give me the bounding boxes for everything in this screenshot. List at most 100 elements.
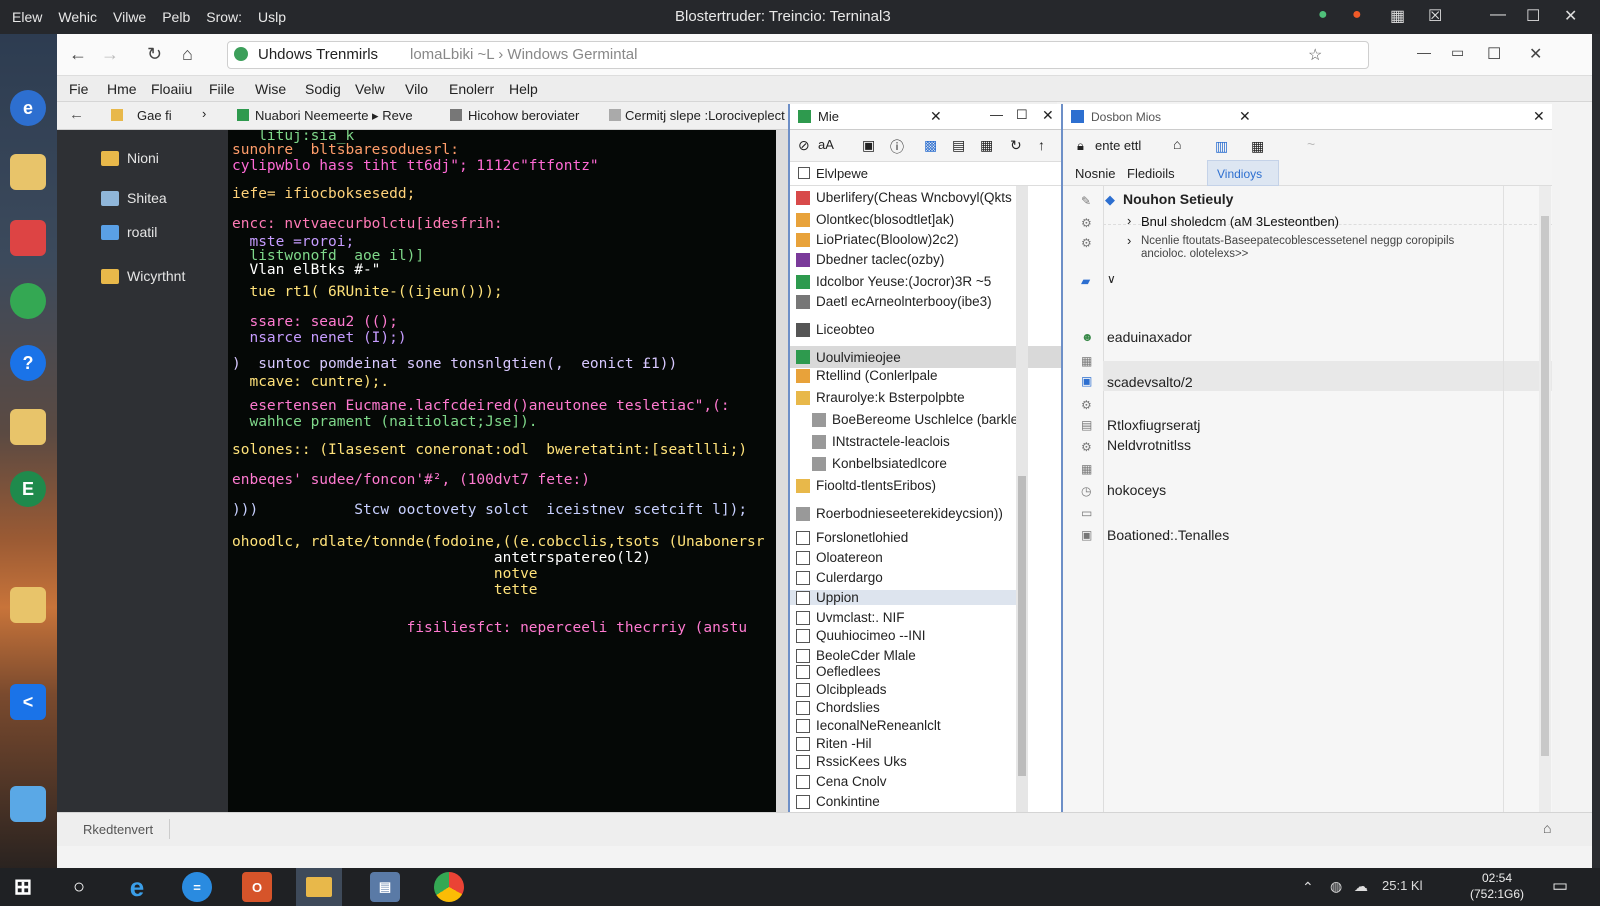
edge-icon[interactable]: e: [122, 872, 152, 902]
sidebar-item-wicyrthnt[interactable]: Wicyrthnt: [101, 268, 185, 284]
title-menu-item[interactable]: Srow:: [206, 9, 242, 25]
document-icon[interactable]: [10, 409, 46, 445]
reload-icon[interactable]: ↻: [147, 44, 162, 65]
menu-item[interactable]: Velw: [355, 81, 385, 97]
tree-header[interactable]: Nouhon Setieuly: [1123, 191, 1233, 207]
tab-label[interactable]: Cermitj slepe :Lorociveplect: [625, 108, 785, 123]
checkbox-icon[interactable]: [798, 167, 810, 179]
title-menu-item[interactable]: Wehic: [58, 9, 97, 25]
list-item[interactable]: Idcolbor Yeuse:(Jocror)3R ~5: [796, 274, 1018, 289]
list-item[interactable]: Oefledlees: [796, 664, 1018, 679]
tree-child[interactable]: Bnul sholedcm (aM 3Lesteontben): [1141, 214, 1339, 229]
chevron-down-icon[interactable]: ∨: [1107, 272, 1116, 286]
tab-label[interactable]: Gae fi: [137, 108, 172, 123]
minimize-icon[interactable]: —: [1490, 6, 1506, 24]
office-icon[interactable]: O: [242, 872, 272, 902]
info-icon[interactable]: ⓘ: [890, 137, 904, 157]
title-menu-item[interactable]: Vilwe: [113, 9, 146, 25]
excel-icon[interactable]: E: [10, 471, 46, 507]
address-bar[interactable]: Uhdows Trenmirls lomaLbiki ~L › Windows …: [227, 41, 1369, 69]
list-item[interactable]: Uppion: [790, 590, 1016, 605]
back-icon[interactable]: ←: [69, 44, 87, 65]
table-icon[interactable]: ▦: [980, 137, 993, 154]
notification-icon[interactable]: ▭: [1552, 876, 1568, 896]
list-item[interactable]: Olontkec(blosodtlet]ak): [796, 212, 1018, 227]
chat-icon[interactable]: =: [182, 872, 212, 902]
sidebar-item-shitea[interactable]: Shitea: [101, 190, 167, 206]
home-icon[interactable]: ⌂: [1543, 820, 1551, 836]
chevron-right-icon[interactable]: ›: [1127, 233, 1131, 248]
tab-vindioys[interactable]: Vindioys: [1207, 160, 1279, 186]
building-icon[interactable]: ▥: [1215, 138, 1228, 155]
detail-item[interactable]: Boationed:.Tenalles: [1107, 527, 1229, 543]
globe-icon[interactable]: e: [10, 90, 46, 126]
chevron-right-icon[interactable]: ›: [1127, 213, 1131, 228]
clock-date[interactable]: (752:1G6): [1470, 887, 1524, 901]
list-item[interactable]: Dbedner taclec(ozby): [796, 252, 1018, 267]
chevron-up-icon[interactable]: ⌃: [1302, 879, 1314, 896]
list-item[interactable]: RssicKees Uks: [796, 754, 1018, 769]
detail-item[interactable]: scadevsalto/2: [1107, 374, 1193, 390]
title-menu-item[interactable]: Uslp: [258, 9, 286, 25]
app-icon[interactable]: [10, 220, 46, 256]
maximize-icon[interactable]: ☐: [1016, 107, 1028, 123]
title-menu-item[interactable]: Pelb: [162, 9, 190, 25]
list-item[interactable]: Cena Cnolv: [796, 774, 1018, 789]
detail-item[interactable]: eaduinaxador: [1107, 329, 1192, 345]
detail-item[interactable]: Neldvrotnitlss: [1107, 437, 1191, 453]
maximize-icon[interactable]: ☐: [1487, 44, 1501, 64]
close-icon[interactable]: ✕: [1239, 108, 1251, 125]
list-item[interactable]: Conkintine: [796, 794, 1018, 809]
calendar-icon[interactable]: ▦: [1251, 138, 1264, 155]
list-item[interactable]: Daetl ecArneolnterbooy(ibe3): [796, 294, 1018, 309]
vscode-icon[interactable]: <: [10, 684, 46, 720]
menu-item[interactable]: Hme: [107, 81, 137, 97]
menu-item[interactable]: Fie: [69, 81, 88, 97]
close-icon[interactable]: ✕: [1042, 107, 1054, 124]
list-item[interactable]: BoeBereome Uschlelce (barkle): [796, 412, 1018, 427]
menu-item[interactable]: Floaiiu: [151, 81, 192, 97]
scrollbar[interactable]: [1539, 186, 1551, 846]
chrome-icon[interactable]: [434, 872, 464, 902]
menu-item[interactable]: Vilo: [405, 81, 428, 97]
cloud-icon[interactable]: ☁: [1354, 878, 1368, 895]
forward-icon[interactable]: →: [101, 44, 119, 65]
home-icon[interactable]: ⌂: [1173, 136, 1181, 152]
box-icon[interactable]: ☒: [1428, 6, 1442, 26]
close-icon[interactable]: ✕: [1533, 108, 1545, 125]
tab-nosnie[interactable]: Nosnie: [1075, 166, 1115, 181]
windows-start-icon[interactable]: ⊞: [8, 872, 38, 902]
edge-icon[interactable]: ?: [10, 345, 46, 381]
sidebar-item-roatil[interactable]: roatil: [101, 224, 157, 240]
layout-icon[interactable]: ▤: [952, 137, 965, 154]
chrome-icon[interactable]: [10, 283, 46, 319]
search-icon[interactable]: ○: [64, 872, 94, 902]
refresh-icon[interactable]: ↻: [1010, 137, 1022, 154]
tab-fledioils[interactable]: Fledioils: [1127, 166, 1175, 181]
list-item[interactable]: Rtellind (Conlerlpale: [796, 368, 1018, 383]
chat-icon[interactable]: ●: [1318, 6, 1328, 24]
menu-item[interactable]: Fiile: [209, 81, 235, 97]
toolbar-label[interactable]: ente ettl: [1095, 138, 1141, 153]
minimize-icon[interactable]: —: [1417, 44, 1431, 60]
lock-icon[interactable]: 🔒︎: [1077, 138, 1084, 154]
upload-icon[interactable]: ↑: [1038, 137, 1045, 153]
list-item[interactable]: INtstractele-leaclois: [796, 434, 1018, 449]
image-icon[interactable]: ▣: [862, 137, 875, 154]
history-icon[interactable]: ⊘: [798, 137, 810, 154]
notepad-icon[interactable]: ▤: [370, 872, 400, 902]
home-icon[interactable]: ⌂: [182, 44, 193, 65]
list-item[interactable]: Liceobteo: [796, 322, 1018, 337]
bin-icon[interactable]: [10, 786, 46, 822]
list-item[interactable]: BeoleCder Mlale: [796, 648, 1018, 663]
list-scrollbar[interactable]: [1016, 186, 1028, 836]
maximize-icon[interactable]: ☐: [1526, 6, 1540, 26]
list-item[interactable]: Roerbodnieseeterekideycsion)): [796, 506, 1018, 521]
list-item[interactable]: Rraurolye:k Bsterpolpbte: [796, 390, 1018, 405]
list-item[interactable]: Chordslies: [796, 700, 1018, 715]
detail-item[interactable]: Rtloxfiugrseratj: [1107, 417, 1200, 433]
clock-time[interactable]: 02:54: [1482, 871, 1512, 885]
list-item[interactable]: Quuhiocimeo --INI: [796, 628, 1018, 643]
file-icon[interactable]: [10, 154, 46, 190]
chevron-right-icon[interactable]: ›: [202, 106, 206, 121]
